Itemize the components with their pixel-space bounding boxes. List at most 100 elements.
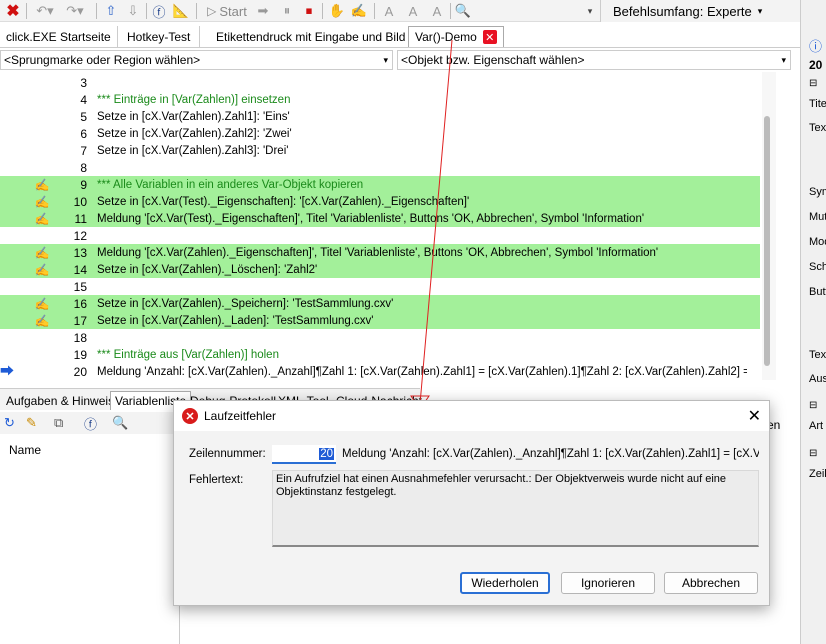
search-icon[interactable]: 🔍 <box>454 2 472 20</box>
text-tool3-icon[interactable]: A <box>428 2 446 20</box>
panel-label: Butt <box>809 286 826 298</box>
panel-label: Zeil <box>809 468 826 480</box>
breakpoint-icon[interactable]: ✍ <box>34 212 50 226</box>
refresh-icon[interactable]: ↻ <box>4 414 15 432</box>
line-number: 8 <box>80 160 87 175</box>
text-tool-icon[interactable]: A <box>380 2 398 20</box>
scrollbar-thumb[interactable] <box>764 116 770 366</box>
breakpoint-icon[interactable]: ✍ <box>34 297 50 311</box>
code-text: *** Alle Variablen in ein anderes Var-Ob… <box>97 178 364 191</box>
code-text: *** Einträge in [Var(Zahlen)] einsetzen <box>97 93 291 106</box>
line-number: 6 <box>80 126 87 141</box>
hand-icon[interactable]: ✋ <box>328 2 346 20</box>
move-down-icon[interactable]: ⇩ <box>124 2 142 20</box>
text-tool2-icon[interactable]: A <box>404 2 422 20</box>
code-text: Setze in [cX.Var(Zahlen).Zahl3]: 'Drei' <box>97 144 289 157</box>
retry-button[interactable]: Wiederholen <box>460 572 550 594</box>
code-line[interactable]: ✍ 14 Setze in [cX.Var(Zahlen)._Löschen]: '… <box>0 261 760 278</box>
pause-icon[interactable]: ⏸ <box>278 2 296 20</box>
line-number: 14 <box>73 262 87 277</box>
code-line[interactable]: 5 Setze in [cX.Var(Zahlen).Zahl1]: 'Eins' <box>0 108 760 125</box>
code-line[interactable]: 18 <box>0 329 760 346</box>
move-up-icon[interactable]: ⇧ <box>102 2 120 20</box>
breakpoint-icon[interactable]: ✍ <box>350 2 368 20</box>
panel-label: Mod <box>809 236 826 248</box>
variable-toolbar: ↻ ✎ ⧉ ⓕ 🔍 <box>0 412 180 434</box>
close-icon[interactable]: ✕ <box>482 30 497 44</box>
breakpoint-icon[interactable]: ✍ <box>34 178 50 192</box>
search-icon[interactable]: 🔍 <box>112 414 128 432</box>
line-number: 5 <box>80 109 87 124</box>
breakpoint-icon[interactable]: ✍ <box>34 195 50 209</box>
code-line[interactable]: ✍ 11 Meldung '[cX.Var(Test)._Eigenschaften… <box>0 210 760 227</box>
line-number: 7 <box>80 143 87 158</box>
code-line[interactable]: 6 Setze in [cX.Var(Zahlen).Zahl2]: 'Zwei' <box>0 125 760 142</box>
tab-aufgaben[interactable]: Aufgaben & Hinweise <box>2 391 125 410</box>
sprungmarke-select[interactable]: <Sprungmarke oder Region wählen> ▾ <box>0 50 393 70</box>
chevron-down-icon: ▾ <box>757 5 763 16</box>
function-icon[interactable]: ⓕ <box>84 414 97 432</box>
ignore-button[interactable]: Ignorieren <box>561 572 655 594</box>
code-line[interactable]: ✍ 9 *** Alle Variablen in ein anderes Var-… <box>0 176 760 193</box>
close-icon[interactable]: ✕ <box>748 406 761 426</box>
copy-icon[interactable]: ⧉ <box>54 414 63 432</box>
tab-etikettendruck[interactable]: Etikettendruck mit Eingabe und Bild <box>208 26 415 47</box>
tab-hotkey-test[interactable]: Hotkey-Test <box>118 26 201 47</box>
code-line[interactable]: 20 Meldung 'Anzahl: [cX.Var(Zahlen)._Anza… <box>0 363 760 380</box>
line-number: 10 <box>73 194 87 209</box>
fehlertext-field[interactable]: Ein Aufrufziel hat einen Ausnahmefehler … <box>272 470 759 547</box>
code-line[interactable]: ⮕ 19 *** Einträge aus [Var(Zahlen)] holen <box>0 346 760 380</box>
breakpoint-icon[interactable]: ✍ <box>34 246 50 260</box>
panel-label: Aus <box>809 373 826 385</box>
code-line[interactable]: 7 Setze in [cX.Var(Zahlen).Zahl3]: 'Drei' <box>0 142 760 159</box>
tab-startseite[interactable]: click.EXE Startseite <box>0 26 118 47</box>
line-number: 12 <box>73 228 87 243</box>
breakpoint-icon[interactable]: ✍ <box>34 314 50 328</box>
abort-button[interactable]: Abbrechen <box>664 572 758 594</box>
breakpoint-icon[interactable]: ✍ <box>34 263 50 277</box>
column-header-name[interactable]: Name <box>9 443 41 457</box>
panel-number: 20 <box>809 58 823 72</box>
start-button[interactable]: ▷ Start <box>202 2 252 20</box>
edit-icon[interactable]: ✎ <box>26 414 37 432</box>
code-line[interactable]: 15 <box>0 278 760 295</box>
zeilen-code-text: Meldung 'Anzahl: [cX.Var(Zahlen)._Anzahl… <box>342 448 759 460</box>
code-line[interactable]: 8 <box>0 159 760 176</box>
collapse-icon[interactable]: ⊟ <box>809 448 826 459</box>
redo-icon[interactable]: ↷▾ <box>62 2 88 20</box>
befehlsumfang-dropdown[interactable]: Befehlsumfang: Experte ▾ <box>600 0 800 22</box>
panel-label: Mut <box>809 211 826 223</box>
play-icon: ▷ <box>207 4 217 18</box>
function-icon[interactable]: ⓕ <box>150 2 168 20</box>
code-text: Meldung 'Anzahl: [cX.Var(Zahlen)._Anzahl… <box>97 365 747 378</box>
ruler-icon[interactable]: 📐 <box>172 2 190 20</box>
code-line[interactable]: ✍ 16 Setze in [cX.Var(Zahlen)._Speichern]:… <box>0 295 760 312</box>
code-line[interactable]: 3 <box>0 74 760 91</box>
code-line[interactable]: ✍ 17 Setze in [cX.Var(Zahlen)._Laden]: 'Te… <box>0 312 760 329</box>
zeilennummer-field[interactable]: 20 <box>272 445 336 464</box>
toolbar-overflow-icon[interactable]: ▾ <box>584 2 596 20</box>
undo-icon[interactable]: ↶▾ <box>32 2 58 20</box>
code-line[interactable]: 12 <box>0 227 760 244</box>
variable-list[interactable]: Name <box>0 436 180 644</box>
stop-icon[interactable]: ⏹ <box>300 2 318 20</box>
delete-icon[interactable]: ✖ <box>4 2 22 20</box>
code-editor[interactable]: 3 4 *** Einträge in [Var(Zahlen)] einsetze… <box>0 72 776 380</box>
line-number: 20 <box>73 364 87 379</box>
code-line[interactable]: ✍ 13 Meldung '[cX.Var(Zahlen)._Eigenschaft… <box>0 244 760 261</box>
zeilennummer-label: Zeilennummer: <box>189 448 266 460</box>
help-icon[interactable]: ⓘ <box>809 36 826 55</box>
properties-panel: ⓘ 20 ⊟ Tite Tex Sym Mut Mod Sch Butt Tex… <box>800 0 826 644</box>
collapse-icon[interactable]: ⊟ <box>809 78 826 89</box>
tab-var-demo[interactable]: Var()-Demo ✕ <box>408 26 504 47</box>
panel-label: Tex <box>809 122 826 134</box>
step-icon[interactable]: ➡ <box>254 2 272 20</box>
line-number: 18 <box>73 330 87 345</box>
code-text: *** Einträge aus [Var(Zahlen)] holen <box>97 348 279 361</box>
objekt-select[interactable]: <Objekt bzw. Eigenschaft wählen> ▾ <box>397 50 791 70</box>
line-number: 16 <box>73 296 87 311</box>
code-line[interactable]: ✍ 10 Setze in [cX.Var(Test)._Eigenschaften… <box>0 193 760 210</box>
collapse-icon[interactable]: ⊟ <box>809 400 826 411</box>
code-line[interactable]: 4 *** Einträge in [Var(Zahlen)] einsetzen <box>0 91 760 108</box>
code-text: Setze in [cX.Var(Zahlen).Zahl2]: 'Zwei' <box>97 127 292 140</box>
